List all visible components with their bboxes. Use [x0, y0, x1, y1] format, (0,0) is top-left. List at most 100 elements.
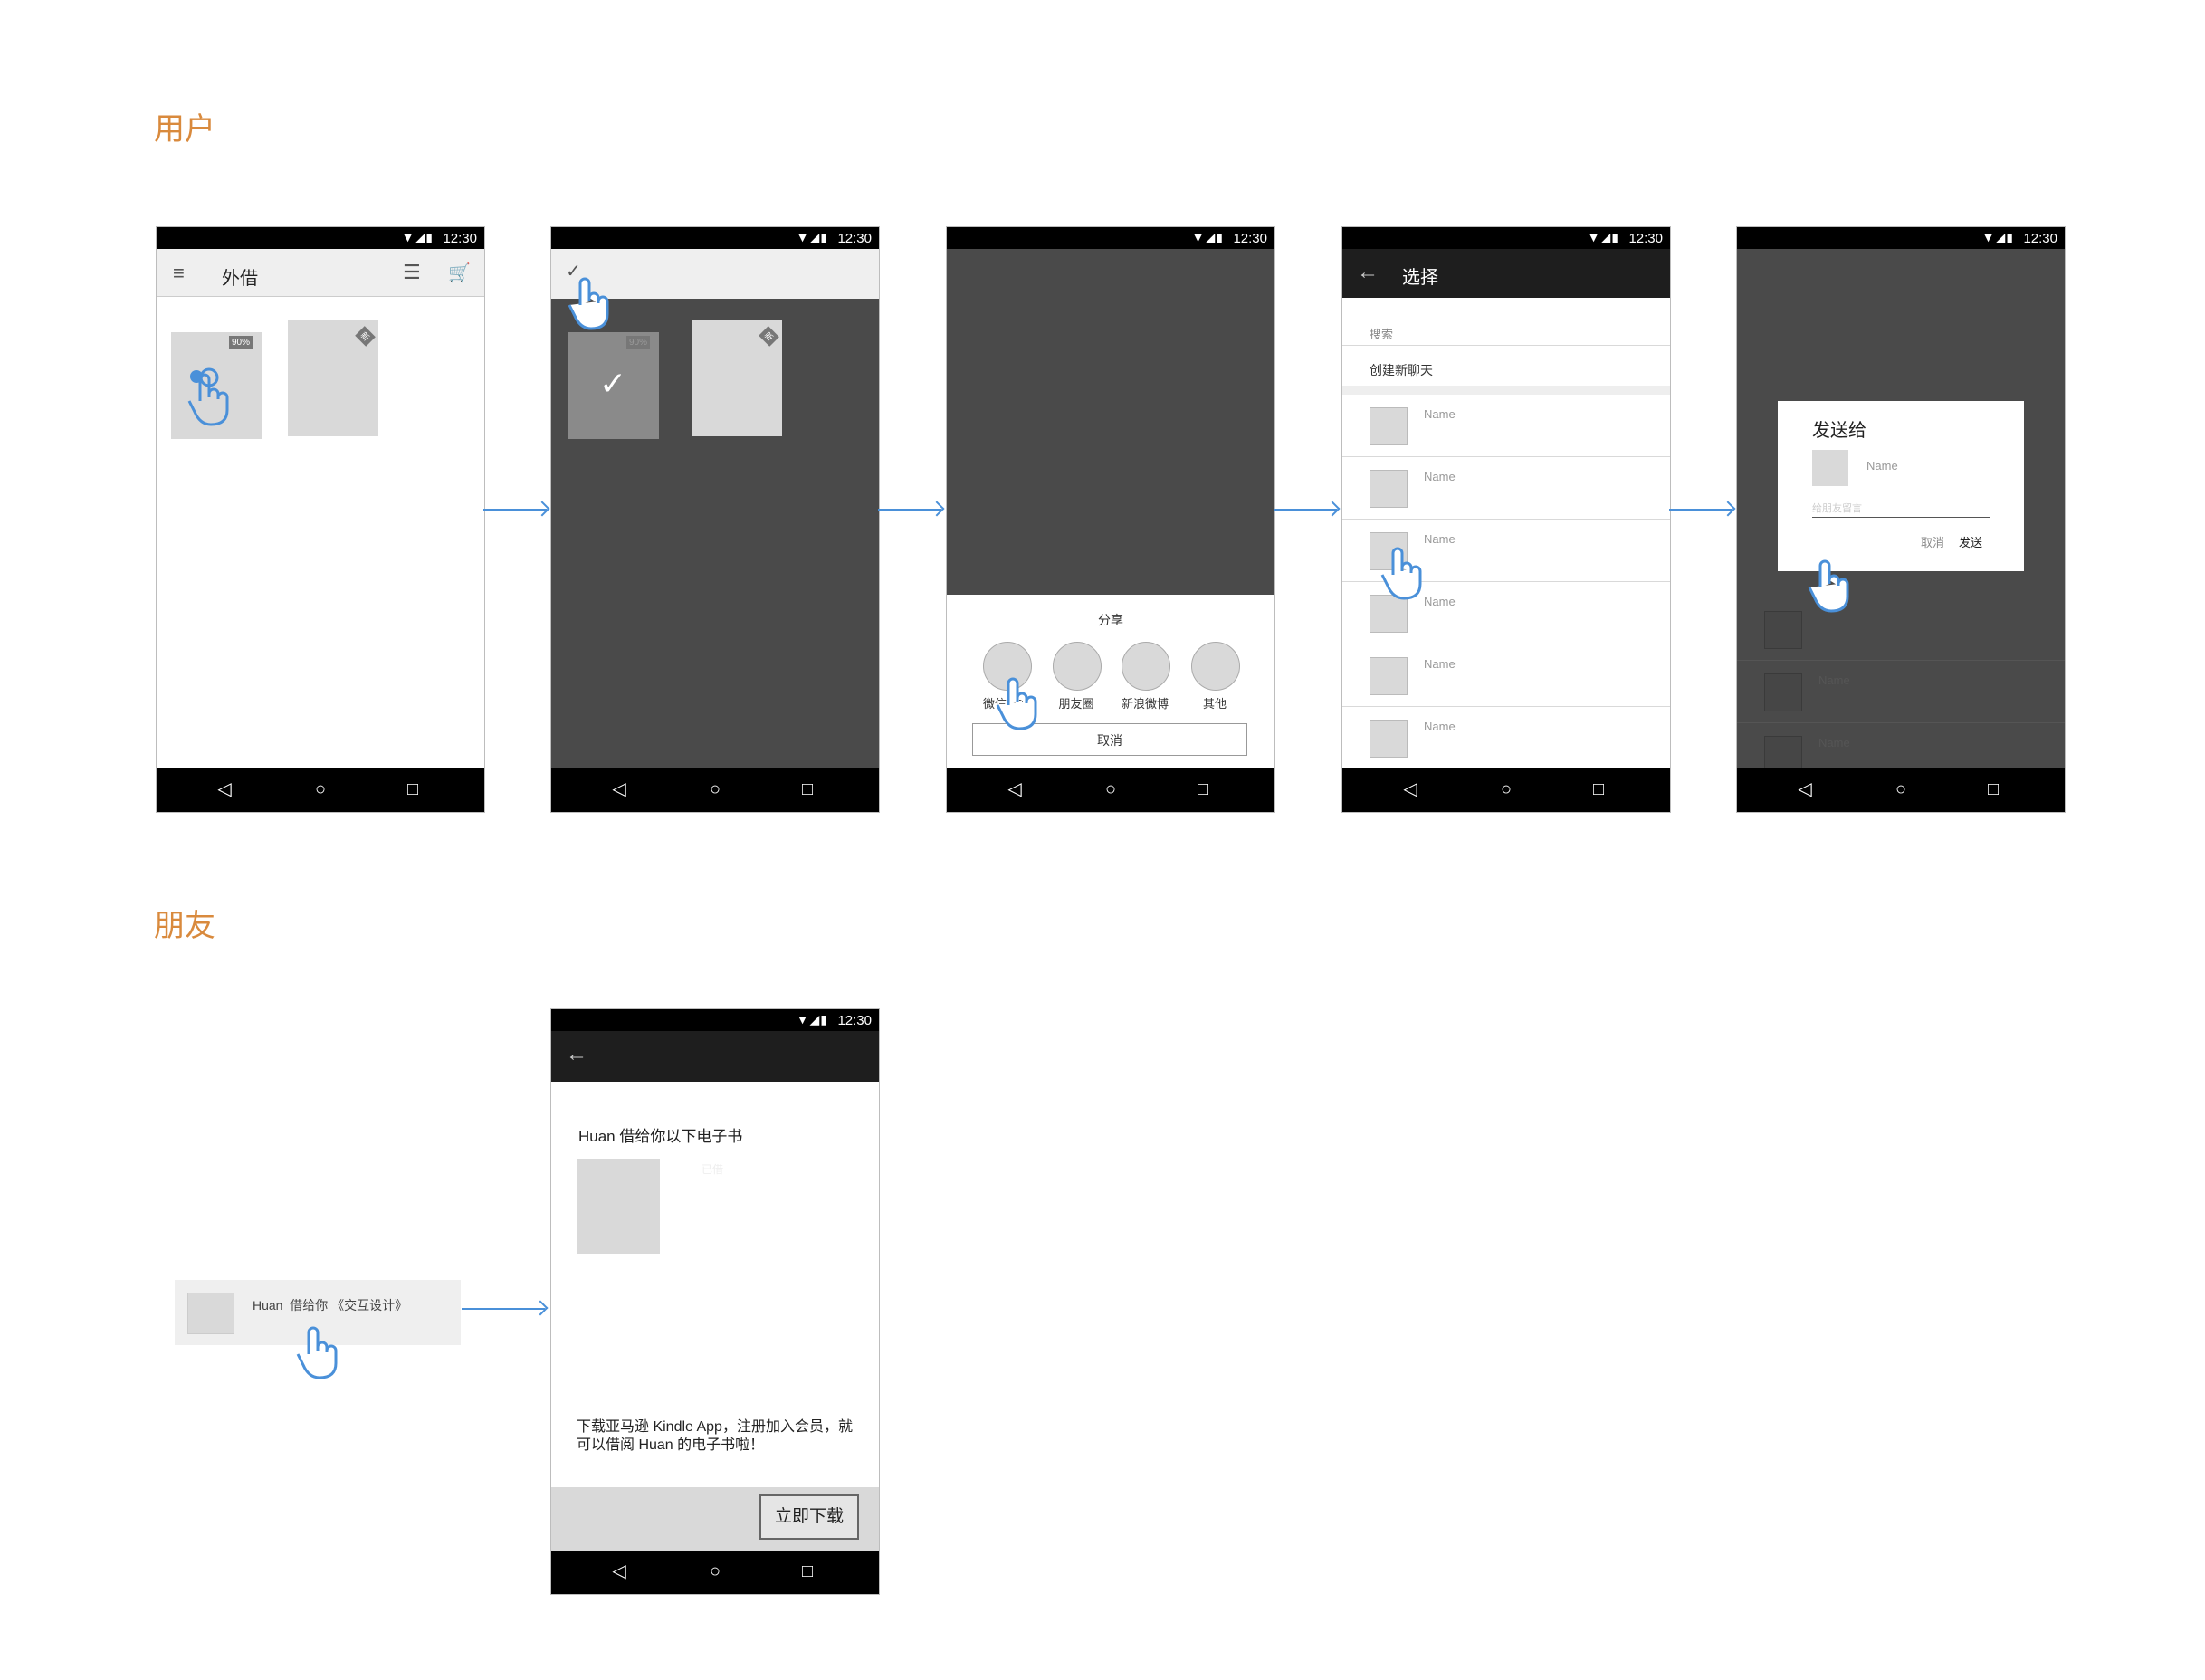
promo-text: 下载亚马逊 Kindle App，注册加入会员，就可以借阅 Huan 的电子书啦…	[577, 1419, 853, 1453]
nav-back-icon[interactable]: ◁	[1001, 779, 1028, 799]
chat-notification[interactable]: Huan 借给你 《交互设计》	[175, 1280, 461, 1379]
background-row: Name	[1737, 723, 2065, 768]
nav-recent-icon[interactable]: □	[399, 779, 426, 799]
hand-pointer-icon	[1380, 547, 1422, 600]
nav-bar: ◁ ○ □	[1737, 768, 2065, 812]
dialog-cancel-button[interactable]: 取消	[1921, 533, 1944, 550]
contact-name: Name	[1818, 673, 1850, 687]
share-label-weibo: 新浪微博	[1121, 697, 1169, 711]
nav-bar: ◁ ○ □	[157, 768, 484, 812]
nav-recent-icon[interactable]: □	[1189, 779, 1217, 799]
phone-screen-choose-contact: ▼◢▮ 12:30 ← 选择 搜索 创建新聊天 Name Name Name N…	[1341, 226, 1671, 813]
status-bar: ▼◢▮ 12:30	[551, 1009, 879, 1031]
nav-back-icon[interactable]: ◁	[1791, 779, 1818, 799]
book-cover[interactable]	[577, 1159, 660, 1254]
hamburger-icon[interactable]: ≡	[173, 262, 185, 285]
borrow-heading: Huan 借给你以下电子书	[578, 1128, 743, 1145]
check-icon: ✓	[599, 365, 627, 402]
nav-back-icon[interactable]: ◁	[211, 779, 238, 799]
new-corner-badge: 新	[355, 326, 376, 347]
status-icons: ▼◢▮	[796, 230, 828, 244]
cart-icon[interactable]: 🛒	[448, 262, 471, 284]
download-button[interactable]: 立即下载	[759, 1494, 859, 1540]
back-arrow-icon[interactable]: ←	[566, 1042, 587, 1067]
nav-back-icon[interactable]: ◁	[1397, 779, 1424, 799]
nav-recent-icon[interactable]: □	[794, 1561, 821, 1581]
contact-row[interactable]: Name	[1342, 707, 1670, 768]
notification-text: Huan 借给你 《交互设计》	[253, 1298, 408, 1312]
hand-pointer-icon	[996, 677, 1037, 730]
flow-arrow	[878, 509, 941, 511]
status-icons: ▼◢▮	[401, 230, 434, 244]
status-bar: ▼◢▮ 12:30	[157, 227, 484, 249]
nav-home-icon[interactable]: ○	[702, 1561, 729, 1581]
nav-recent-icon[interactable]: □	[794, 779, 821, 799]
flow-arrow	[1669, 509, 1732, 511]
phone-screen-share: ▼◢▮ 12:30 分享 微信好友 朋友圈 新浪微博 其他 取消 ◁ ○ □	[946, 226, 1275, 813]
status-time: 12:30	[837, 1013, 872, 1028]
divider	[1342, 345, 1670, 346]
avatar	[1370, 657, 1408, 695]
book-cover-selected[interactable]: 90% ✓	[568, 332, 659, 439]
avatar	[1370, 720, 1408, 758]
nav-home-icon[interactable]: ○	[702, 779, 729, 799]
status-icons: ▼◢▮	[796, 1012, 828, 1026]
status-icons: ▼◢▮	[1587, 230, 1619, 244]
nav-recent-icon[interactable]: □	[1980, 779, 2007, 799]
avatar	[1764, 673, 1802, 711]
status-bar: ▼◢▮ 12:30	[551, 227, 879, 249]
contact-row[interactable]: Name	[1342, 457, 1670, 520]
hand-pointer-icon	[187, 368, 229, 426]
background-row: Name	[1737, 661, 2065, 723]
hand-pointer-icon	[568, 277, 609, 330]
book-cover[interactable]: 新	[692, 320, 782, 436]
nav-back-icon[interactable]: ◁	[606, 779, 633, 799]
nav-recent-icon[interactable]: □	[1585, 779, 1612, 799]
share-label-other: 其他	[1202, 697, 1227, 711]
contact-name: Name	[1424, 720, 1456, 733]
avatar	[1812, 450, 1848, 486]
nav-home-icon[interactable]: ○	[307, 779, 334, 799]
dialog-title: 发送给	[1812, 421, 1866, 441]
avatar	[1370, 470, 1408, 508]
contact-row[interactable]: Name	[1342, 395, 1670, 457]
avatar	[1764, 611, 1802, 649]
avatar	[1370, 407, 1408, 445]
flow-arrow	[483, 509, 547, 511]
nav-bar: ◁ ○ □	[947, 768, 1274, 812]
sort-icon[interactable]: ☰	[403, 261, 421, 284]
contact-name: Name	[1818, 736, 1850, 749]
status-bar: ▼◢▮ 12:30	[1737, 227, 2065, 249]
back-arrow-icon[interactable]: ←	[1357, 260, 1379, 285]
message-input[interactable]: 给朋友留言	[1812, 501, 1990, 518]
contact-row[interactable]: Name	[1342, 644, 1670, 707]
nav-home-icon[interactable]: ○	[1493, 779, 1520, 799]
share-option-moments[interactable]	[1053, 642, 1102, 691]
nav-home-icon[interactable]: ○	[1097, 779, 1124, 799]
avatar	[187, 1293, 234, 1334]
contact-name: Name	[1424, 595, 1456, 608]
share-option-weibo[interactable]	[1122, 642, 1170, 691]
status-time: 12:30	[443, 231, 477, 246]
dialog-send-button[interactable]: 发送	[1959, 533, 1982, 550]
nav-back-icon[interactable]: ◁	[606, 1561, 633, 1581]
contact-name: Name	[1424, 407, 1456, 421]
nav-bar: ◁ ○ □	[1342, 768, 1670, 812]
nav-bar: ◁ ○ □	[551, 1551, 879, 1594]
nav-home-icon[interactable]: ○	[1887, 779, 1914, 799]
app-bar: ←	[551, 1031, 879, 1082]
share-title: 分享	[1098, 613, 1123, 627]
share-option-other[interactable]	[1191, 642, 1240, 691]
new-chat-item[interactable]: 创建新聊天	[1370, 361, 1433, 379]
app-bar: ← 选择	[1342, 249, 1670, 298]
contact-name: Name	[1424, 657, 1456, 671]
progress-badge: 90%	[228, 336, 253, 349]
search-input[interactable]: 搜索	[1370, 325, 1393, 342]
section-title-friend: 朋友	[154, 908, 215, 944]
send-dialog: 发送给 Name 给朋友留言 取消 发送	[1778, 401, 2024, 571]
book-cover[interactable]: 新	[288, 320, 378, 436]
contact-name: Name	[1424, 470, 1456, 483]
status-time: 12:30	[1233, 231, 1267, 246]
flow-arrow	[462, 1308, 545, 1310]
app-bar: ≡ 外借 ☰ 🛒	[157, 249, 484, 297]
